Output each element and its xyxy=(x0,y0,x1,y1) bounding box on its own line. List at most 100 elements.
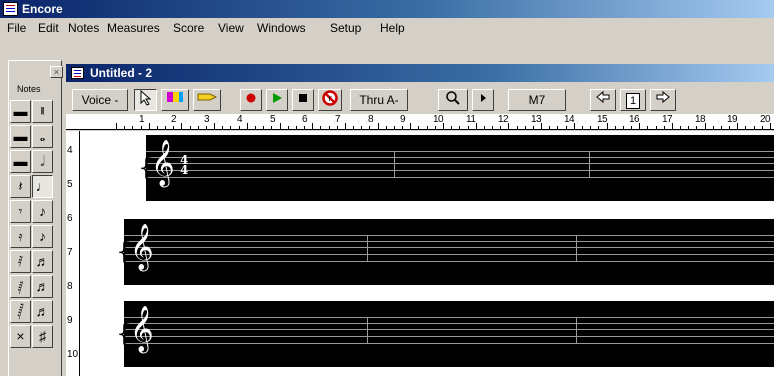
ruler-label: 9 xyxy=(400,114,406,125)
staff-3[interactable]: 𝄞 xyxy=(124,301,774,367)
triangle-right-icon xyxy=(481,94,486,102)
vertical-ruler-label: 4 xyxy=(67,145,73,156)
ruler-tick xyxy=(247,123,248,129)
ruler-tick xyxy=(476,123,477,129)
palette-tool-button[interactable]: 𝅗𝅥 xyxy=(32,150,53,173)
menu-measures[interactable]: Measures xyxy=(107,21,160,35)
palette-tool-button[interactable]: ♬ xyxy=(32,275,53,298)
ruler-tick xyxy=(541,123,542,129)
ruler-tick xyxy=(451,126,452,129)
next-page-button[interactable] xyxy=(650,89,676,111)
prohibit-icon: r xyxy=(322,90,338,106)
menu-notes[interactable]: Notes xyxy=(68,21,99,35)
palette-tool-button[interactable]: 𝄂 xyxy=(32,100,53,123)
stop-button[interactable] xyxy=(292,89,314,111)
palette-tool-button[interactable]: 𝅝 xyxy=(32,125,53,148)
menu-view[interactable]: View xyxy=(218,21,244,35)
chord-expand-button[interactable] xyxy=(472,89,494,111)
ruler-tick xyxy=(304,126,305,129)
document-title: Untitled - 2 xyxy=(90,66,152,80)
pencil-tool-button[interactable] xyxy=(193,89,221,111)
ruler-tick xyxy=(271,126,272,129)
color-tool-button[interactable] xyxy=(161,89,189,111)
ruler-tick xyxy=(688,126,689,129)
ruler-tick xyxy=(656,126,657,129)
staff-1[interactable]: 𝄞 4 4 xyxy=(146,135,774,201)
ruler-tick xyxy=(557,126,558,129)
menu-setup[interactable]: Setup xyxy=(330,21,361,35)
menu-help[interactable]: Help xyxy=(380,21,405,35)
palette-tool-button[interactable]: ♩ xyxy=(32,175,53,198)
ruler-tick xyxy=(549,126,550,129)
ruler-tick xyxy=(353,126,354,129)
ruler-tick xyxy=(721,126,722,129)
barline xyxy=(576,317,577,344)
palette-tool-button[interactable]: 𝅂 xyxy=(10,300,31,323)
palette-tool-button[interactable]: × xyxy=(10,325,31,348)
arrow-right-icon xyxy=(656,90,670,104)
ruler-tick xyxy=(157,126,158,129)
cursor-arrow-icon xyxy=(140,89,151,106)
palette-tool-button[interactable]: ♯ xyxy=(32,325,53,348)
ruler-tick xyxy=(631,126,632,129)
menu-edit[interactable]: Edit xyxy=(38,21,59,35)
palette-tool-button[interactable]: ♪ xyxy=(32,225,53,248)
thru-select[interactable]: Thru A- xyxy=(350,89,408,111)
ruler-tick xyxy=(280,123,281,129)
staff-2[interactable]: 𝄞 xyxy=(124,219,774,285)
palette-close-button[interactable]: × xyxy=(50,66,63,78)
zoom-button[interactable] xyxy=(438,89,468,111)
ruler-label: 8 xyxy=(368,114,374,125)
barline xyxy=(367,235,368,262)
time-signature-bottom: 4 xyxy=(180,163,189,177)
previous-page-button[interactable] xyxy=(590,89,616,111)
menu-score[interactable]: Score xyxy=(173,21,204,35)
ruler-tick xyxy=(615,126,616,129)
play-button[interactable] xyxy=(266,89,288,111)
ruler-tick xyxy=(729,126,730,129)
stop-icon xyxy=(299,94,307,102)
app-title: Encore xyxy=(22,2,63,16)
ruler-tick xyxy=(713,126,714,129)
ruler-tick xyxy=(443,123,444,129)
ruler-tick xyxy=(500,126,501,129)
ruler-tick xyxy=(647,126,648,129)
document-icon xyxy=(71,67,84,79)
ruler-tick xyxy=(312,123,313,129)
palette-tool-button[interactable]: ♬ xyxy=(32,300,53,323)
score-page[interactable]: 𝄞 4 4 { 𝄞 { 𝄞 { xyxy=(66,131,774,376)
page-number-display[interactable]: 1 xyxy=(620,89,646,111)
ruler-tick xyxy=(770,123,771,129)
ruler-tick xyxy=(329,126,330,129)
ruler-tick xyxy=(386,126,387,129)
ruler-tick xyxy=(124,126,125,129)
ruler-tick xyxy=(296,126,297,129)
ruler-tick xyxy=(762,126,763,129)
palette-tool-button[interactable]: ▬ xyxy=(10,100,31,123)
menu-windows[interactable]: Windows xyxy=(257,21,306,35)
barline xyxy=(589,151,590,178)
palette-tool-button[interactable]: 𝄿 xyxy=(10,225,31,248)
ruler-tick xyxy=(672,123,673,129)
palette-tool-button[interactable]: 𝄽 xyxy=(10,175,31,198)
palette-tool-button[interactable]: 𝅁 xyxy=(10,275,31,298)
no-midi-button[interactable]: r xyxy=(318,89,342,111)
palette-tool-button[interactable]: ▬ xyxy=(10,125,31,148)
record-button[interactable] xyxy=(240,89,262,111)
menu-file[interactable]: File xyxy=(7,21,26,35)
palette-tool-button[interactable]: ▬ xyxy=(10,150,31,173)
palette-tool-button[interactable]: 𝅀 xyxy=(10,250,31,273)
ruler-tick xyxy=(394,126,395,129)
chord-select[interactable]: M7 xyxy=(508,89,566,111)
palette-tool-button[interactable]: ♪ xyxy=(32,200,53,223)
voice-select[interactable]: Voice - xyxy=(72,89,128,111)
ruler-label: 2 xyxy=(171,114,177,125)
vertical-ruler-label: 10 xyxy=(67,349,79,360)
palette-tool-button[interactable]: 𝄾 xyxy=(10,200,31,223)
ruler-tick xyxy=(574,123,575,129)
ruler-tick xyxy=(737,123,738,129)
palette-tool-button[interactable]: ♬ xyxy=(32,250,53,273)
arrow-tool-button[interactable] xyxy=(134,89,157,111)
treble-clef: 𝄞 xyxy=(130,306,154,352)
ruler-tick xyxy=(468,126,469,129)
